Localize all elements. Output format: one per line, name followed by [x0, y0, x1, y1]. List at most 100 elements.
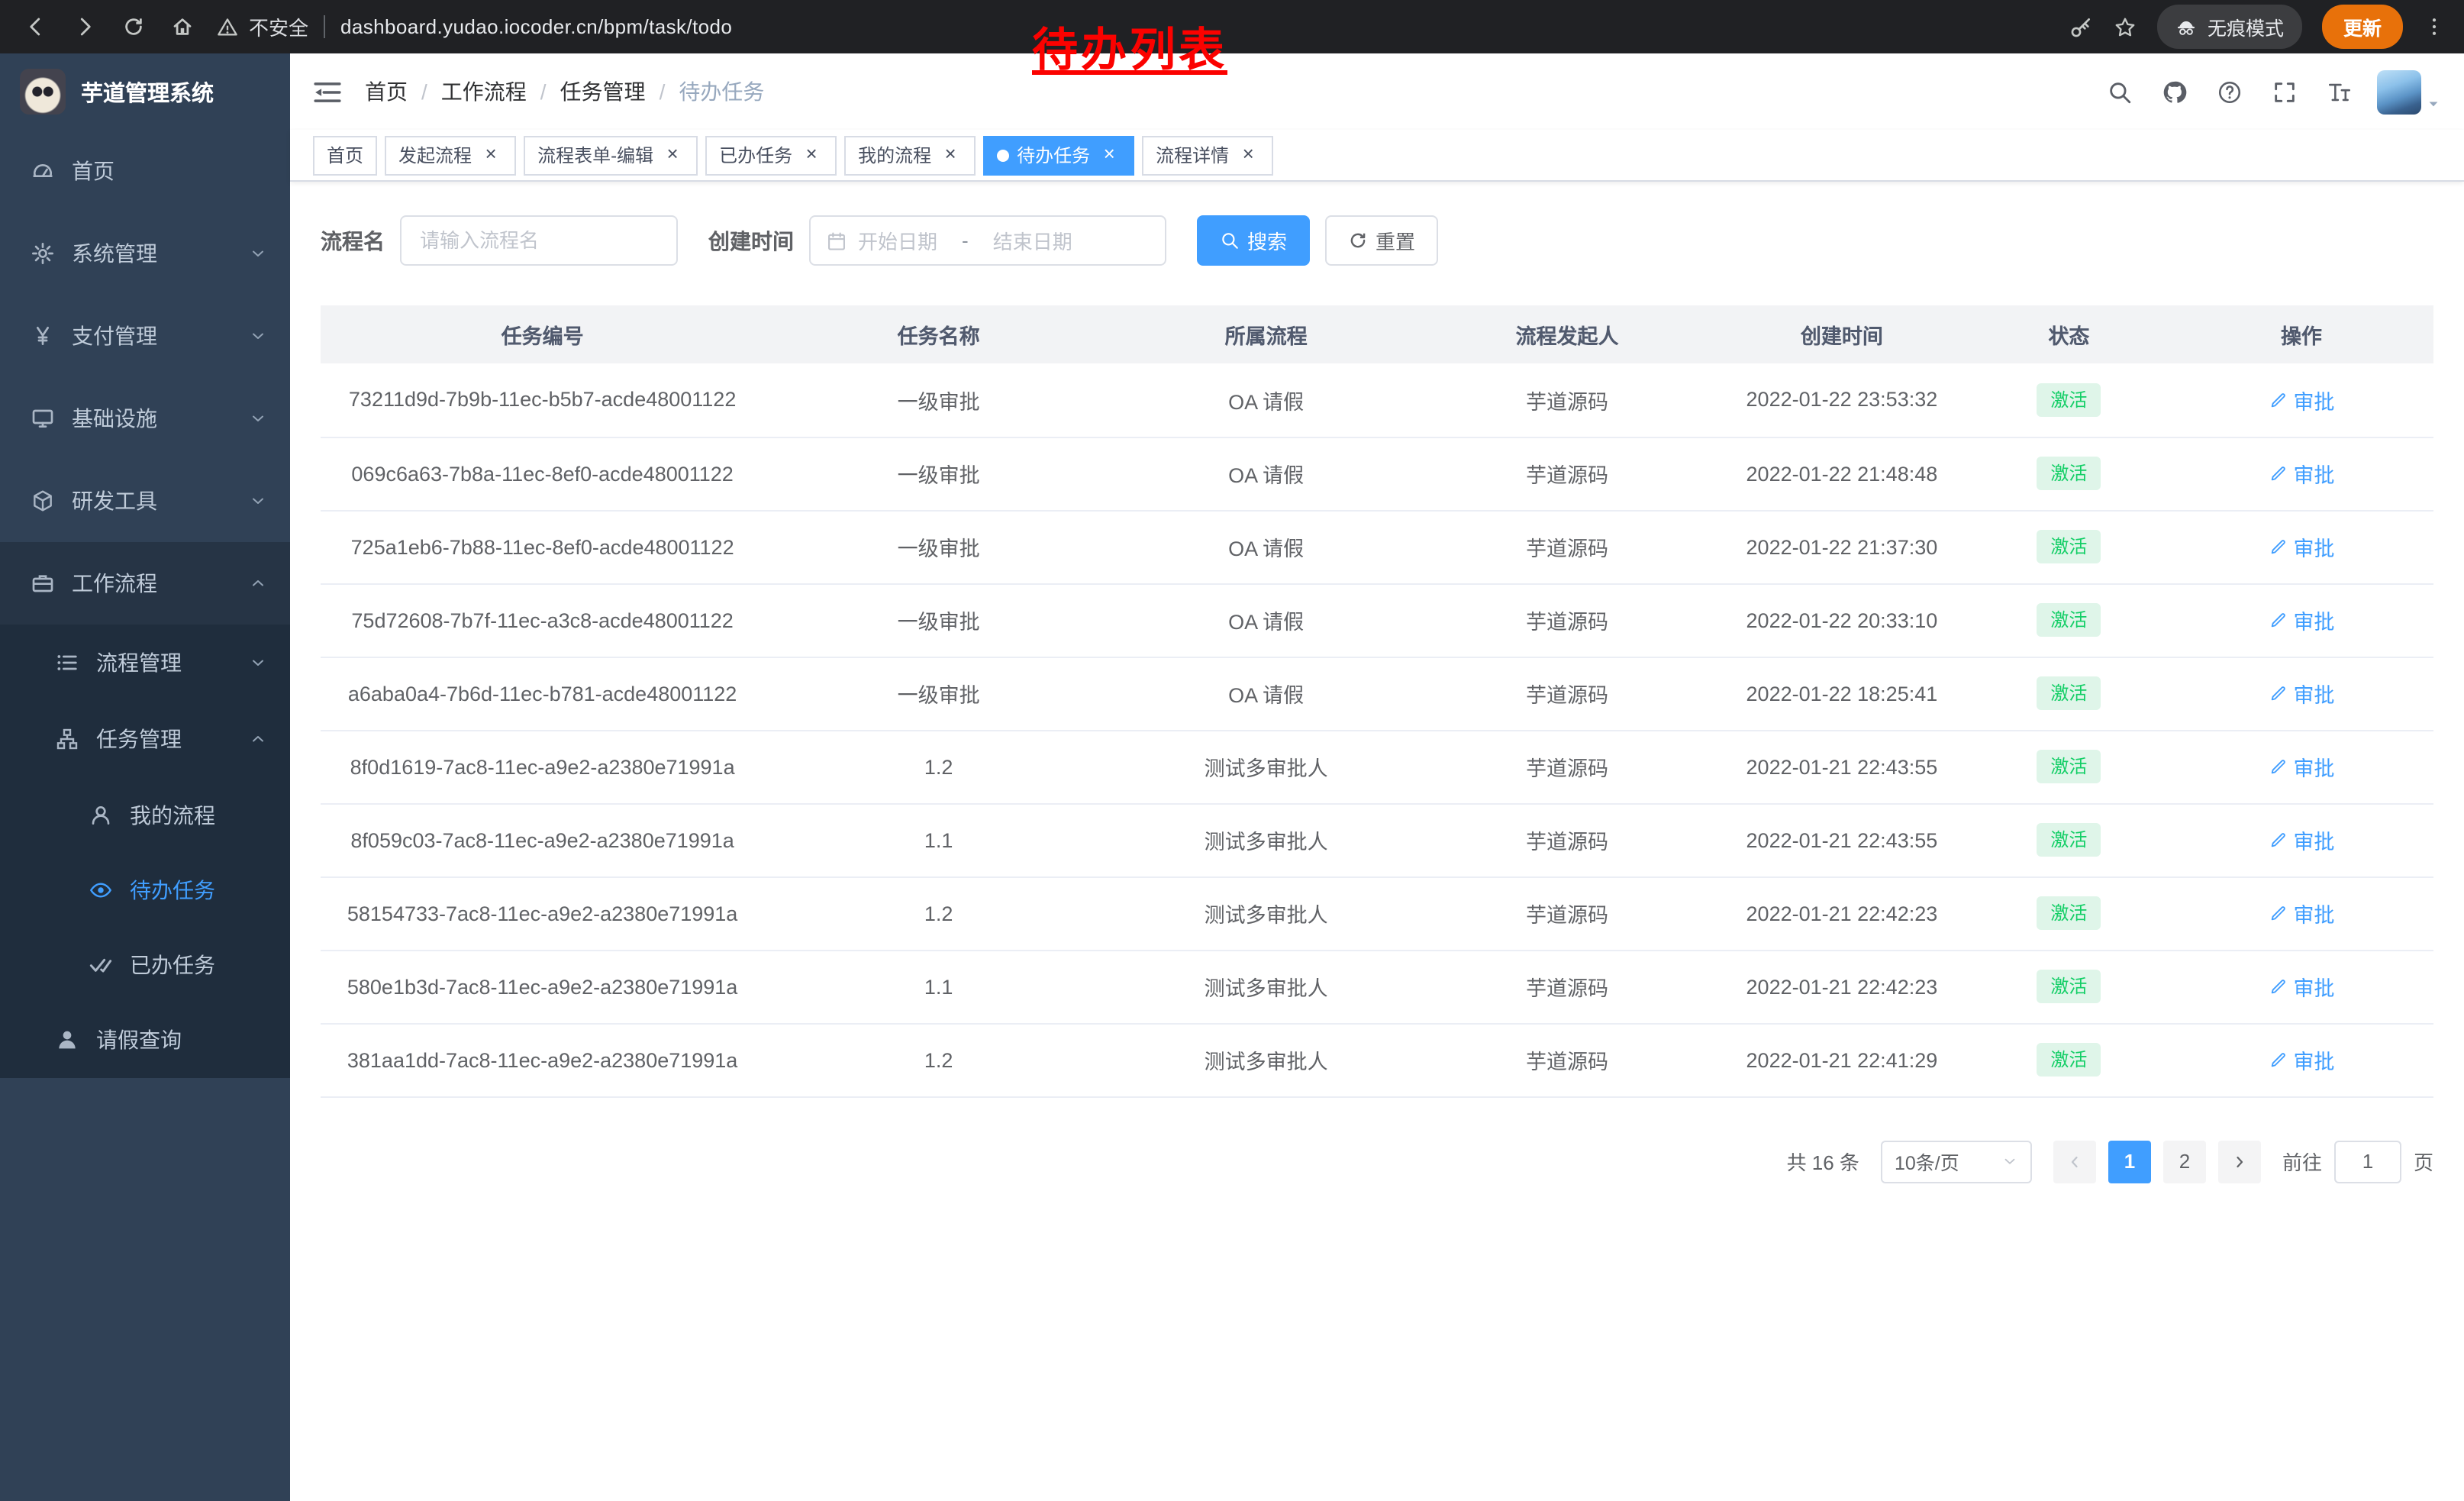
user-menu[interactable]: [2377, 69, 2441, 114]
breadcrumb-item[interactable]: 工作流程: [441, 76, 527, 107]
tab-bar: 首页发起流程×流程表单-编辑×已办任务×我的流程×待办任务×流程详情×: [290, 130, 2464, 182]
page-size-select[interactable]: 10条/页: [1881, 1140, 2032, 1183]
tab-done-tasks[interactable]: 已办任务×: [705, 135, 837, 175]
security-label: 不安全: [249, 12, 308, 41]
close-icon[interactable]: ×: [939, 144, 962, 166]
process-name-label: 流程名: [321, 225, 385, 256]
logo[interactable]: 芋道管理系统: [0, 53, 290, 130]
table-row: 58154733-7ac8-11ec-a9e2-a2380e71991a1.2测…: [321, 876, 2433, 950]
close-icon[interactable]: ×: [800, 144, 823, 166]
forward-icon[interactable]: [64, 7, 104, 47]
approve-link[interactable]: 审批: [2268, 531, 2334, 562]
cell-action: 审批: [2169, 510, 2433, 583]
approve-link[interactable]: 审批: [2268, 971, 2334, 1002]
cell-created: 2022-01-22 21:37:30: [1715, 510, 1969, 583]
process-name-input[interactable]: [400, 215, 678, 266]
date-range-picker[interactable]: 开始日期 - 结束日期: [809, 215, 1166, 266]
sidebar-item-leave-query[interactable]: 请假查询: [0, 1002, 290, 1078]
logo-avatar: [20, 69, 66, 115]
fullscreen-icon[interactable]: [2272, 79, 2298, 105]
prev-page-button[interactable]: [2053, 1140, 2096, 1183]
close-icon[interactable]: ×: [1237, 144, 1259, 166]
app: 芋道管理系统 首页系统管理支付管理基础设施研发工具工作流程流程管理任务管理我的流…: [0, 53, 2464, 1501]
github-icon[interactable]: [2162, 79, 2188, 105]
sidebar-item-label: 首页: [72, 156, 114, 186]
page-button-2[interactable]: 2: [2163, 1140, 2206, 1183]
breadcrumb-item[interactable]: 首页: [365, 76, 408, 107]
tab-form-editor[interactable]: 流程表单-编辑×: [524, 135, 698, 175]
approve-link-label: 审批: [2293, 385, 2334, 415]
cell-name: 1.1: [764, 803, 1113, 876]
star-icon[interactable]: [2113, 15, 2137, 39]
next-page-button[interactable]: [2218, 1140, 2261, 1183]
status-badge: 激活: [2037, 1043, 2101, 1077]
sidebar-item-system-mgmt[interactable]: 系统管理: [0, 212, 290, 295]
edit-icon: [2268, 977, 2287, 996]
cell-starter: 芋道源码: [1419, 583, 1715, 657]
sidebar-item-my-process[interactable]: 我的流程: [0, 777, 290, 852]
close-icon[interactable]: ×: [661, 144, 684, 166]
tab-home[interactable]: 首页: [313, 135, 377, 175]
help-icon[interactable]: [2217, 79, 2243, 105]
sidebar-item-home[interactable]: 首页: [0, 130, 290, 212]
goto-page-input[interactable]: [2334, 1140, 2401, 1183]
approve-link-label: 审批: [2293, 971, 2334, 1002]
close-icon[interactable]: ×: [479, 144, 502, 166]
sidebar-item-label: 系统管理: [72, 238, 157, 269]
sidebar-item-done-tasks[interactable]: 已办任务: [0, 927, 290, 1002]
sidebar-item-task-mgmt[interactable]: 任务管理: [0, 701, 290, 777]
sidebar-item-workflow[interactable]: 工作流程: [0, 542, 290, 625]
tab-my-process[interactable]: 我的流程×: [844, 135, 976, 175]
breadcrumb-item[interactable]: 任务管理: [560, 76, 646, 107]
key-icon[interactable]: [2069, 15, 2093, 39]
cell-name: 1.2: [764, 876, 1113, 950]
hamburger-icon[interactable]: [313, 77, 342, 106]
reload-icon[interactable]: [113, 7, 153, 47]
approve-link[interactable]: 审批: [2268, 898, 2334, 928]
approve-link[interactable]: 审批: [2268, 605, 2334, 635]
approve-link[interactable]: 审批: [2268, 1044, 2334, 1075]
sidebar-item-dev-tools[interactable]: 研发工具: [0, 460, 290, 542]
chevron-left-icon: [2066, 1152, 2084, 1170]
cell-starter: 芋道源码: [1419, 803, 1715, 876]
approve-link[interactable]: 审批: [2268, 751, 2334, 782]
cell-status: 激活: [1969, 950, 2169, 1023]
approve-link-label: 审批: [2293, 825, 2334, 855]
tab-create-process[interactable]: 发起流程×: [385, 135, 516, 175]
cell-id: 58154733-7ac8-11ec-a9e2-a2380e71991a: [321, 876, 764, 950]
back-icon[interactable]: [15, 7, 55, 47]
sidebar-item-payment-mgmt[interactable]: 支付管理: [0, 295, 290, 377]
reset-button[interactable]: 重置: [1325, 215, 1438, 266]
chevron-down-icon: [249, 492, 267, 510]
sidebar-item-process-mgmt[interactable]: 流程管理: [0, 625, 290, 701]
approve-link[interactable]: 审批: [2268, 458, 2334, 489]
sidebar-item-todo-tasks[interactable]: 待办任务: [0, 852, 290, 927]
status-badge: 激活: [2037, 970, 2101, 1003]
tab-process-detail[interactable]: 流程详情×: [1142, 135, 1273, 175]
search-icon[interactable]: [2107, 79, 2133, 105]
close-icon[interactable]: ×: [1098, 144, 1121, 166]
fontsize-icon[interactable]: [2327, 79, 2353, 105]
content: 流程名 创建时间 开始日期 - 结束日期 搜索 重: [290, 182, 2464, 1501]
cell-created: 2022-01-22 23:53:32: [1715, 363, 1969, 437]
cell-name: 1.1: [764, 950, 1113, 1023]
column-header: 任务名称: [764, 305, 1113, 363]
approve-link-label: 审批: [2293, 678, 2334, 709]
task-table: 任务编号任务名称所属流程流程发起人创建时间状态操作 73211d9d-7b9b-…: [321, 305, 2433, 1097]
update-button[interactable]: 更新: [2322, 5, 2403, 49]
leave-icon: [55, 1028, 79, 1052]
chevron-down-icon: [249, 244, 267, 263]
search-button[interactable]: 搜索: [1197, 215, 1310, 266]
approve-link[interactable]: 审批: [2268, 678, 2334, 709]
page-button-1[interactable]: 1: [2108, 1140, 2151, 1183]
sidebar-item-infrastructure[interactable]: 基础设施: [0, 377, 290, 460]
cell-id: 73211d9d-7b9b-11ec-b5b7-acde48001122: [321, 363, 764, 437]
approve-link[interactable]: 审批: [2268, 385, 2334, 415]
approve-link[interactable]: 审批: [2268, 825, 2334, 855]
sidebar: 芋道管理系统 首页系统管理支付管理基础设施研发工具工作流程流程管理任务管理我的流…: [0, 53, 290, 1501]
browser-menu-icon[interactable]: [2423, 15, 2446, 38]
search-button-label: 搜索: [1247, 226, 1287, 255]
home-icon[interactable]: [162, 7, 202, 47]
cell-process: 测试多审批人: [1113, 950, 1419, 1023]
tab-todo-tasks[interactable]: 待办任务×: [983, 135, 1134, 175]
